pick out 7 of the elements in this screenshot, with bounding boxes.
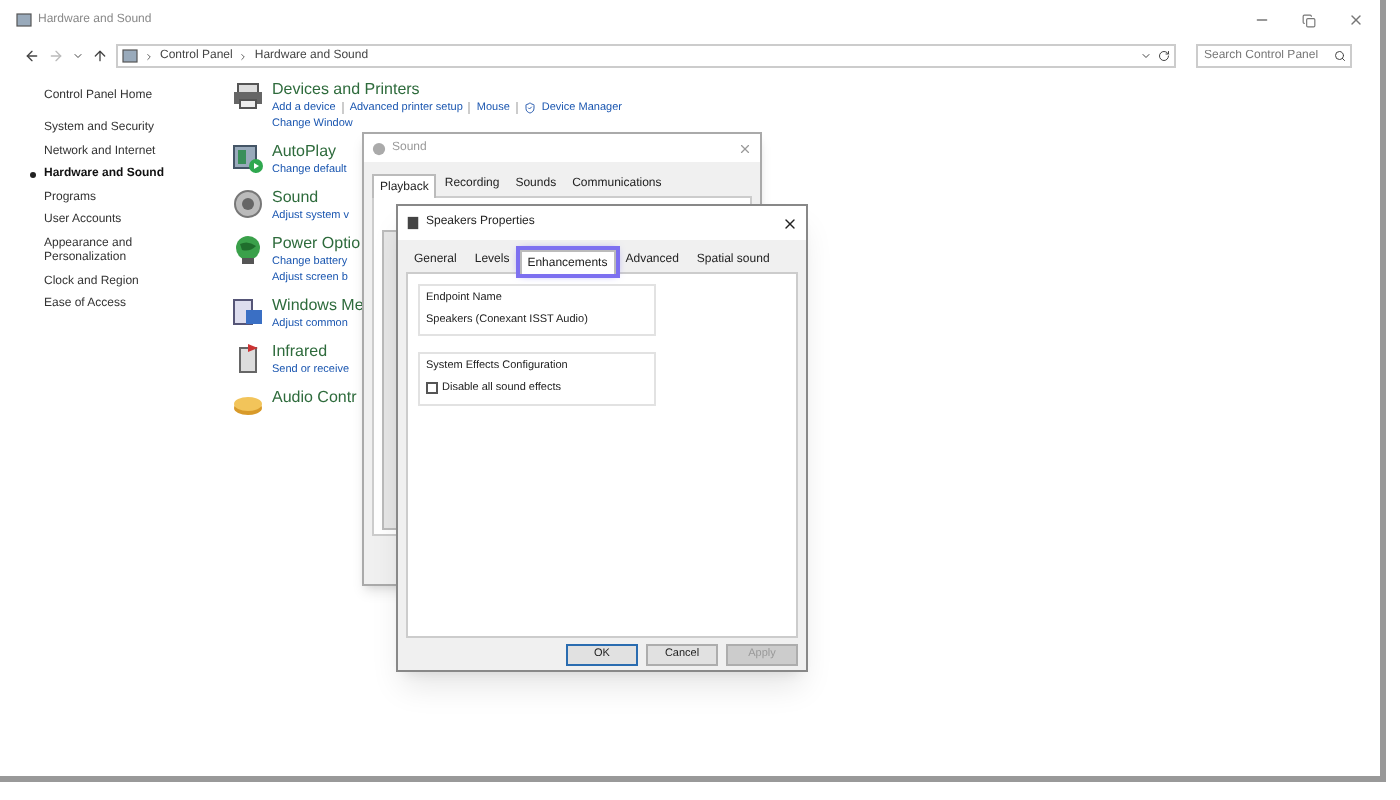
category-title[interactable]: Sound <box>272 188 350 208</box>
category-title[interactable]: Audio Contr <box>272 388 357 408</box>
category-title[interactable]: Windows Me <box>272 296 364 316</box>
category-title[interactable]: AutoPlay <box>272 142 347 162</box>
category-title[interactable]: Devices and Printers <box>272 80 622 100</box>
category-title[interactable]: Power Optio <box>272 234 361 254</box>
category-title[interactable]: Infrared <box>272 342 350 362</box>
